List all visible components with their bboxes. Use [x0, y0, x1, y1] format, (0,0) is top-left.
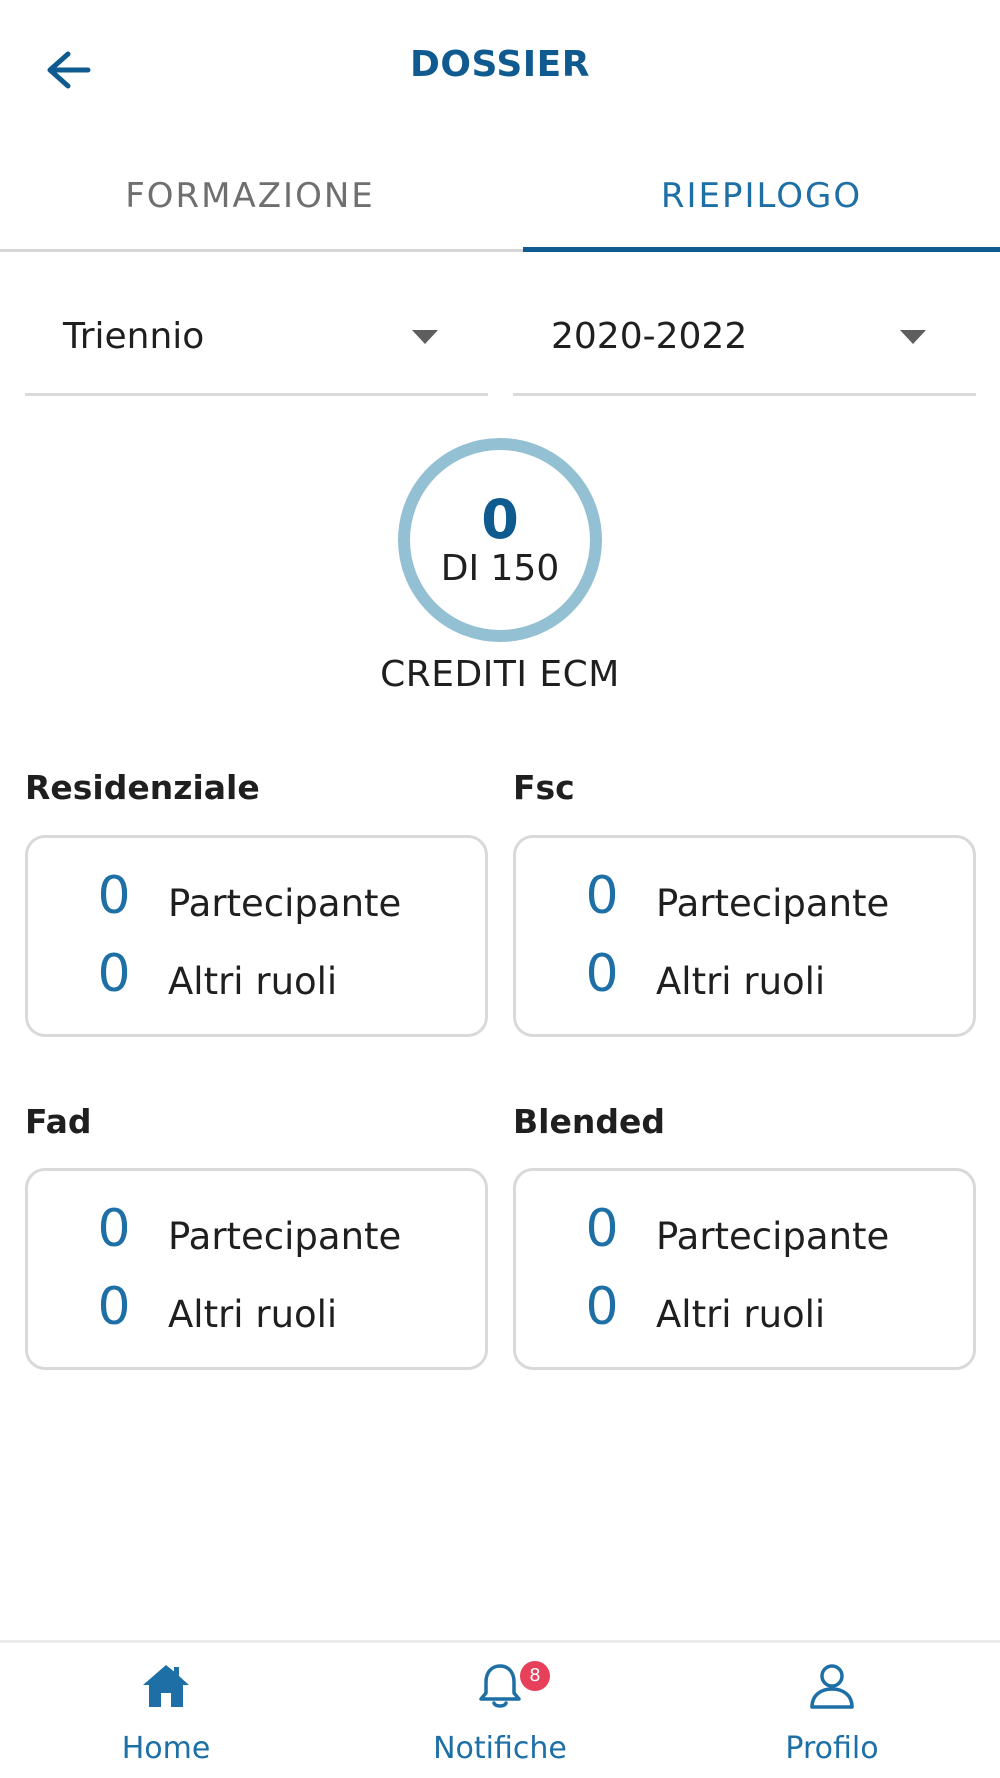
caret-down-icon	[412, 330, 438, 344]
partecipante-label: Partecipante	[656, 1215, 890, 1258]
altri-ruoli-count: 0	[97, 944, 131, 1004]
notification-badge: 8	[520, 1661, 550, 1691]
section-title-residenziale: Residenziale	[25, 768, 260, 807]
period-range-value: 2020-2022	[551, 316, 748, 357]
altri-ruoli-label: Altri ruoli	[168, 960, 338, 1003]
partecipante-count: 0	[585, 1199, 619, 1259]
nav-notifiche-label: Notifiche	[433, 1731, 567, 1766]
altri-ruoli-count: 0	[585, 944, 619, 1004]
credits-value: 0	[481, 488, 519, 551]
card-fad: 0 Partecipante 0 Altri ruoli	[25, 1168, 488, 1370]
card-residenziale: 0 Partecipante 0 Altri ruoli	[25, 835, 488, 1037]
altri-ruoli-count: 0	[585, 1277, 619, 1337]
partecipante-count: 0	[97, 866, 131, 926]
page-title: DOSSIER	[410, 44, 590, 85]
credits-total: DI 150	[440, 548, 560, 589]
credits-label: CREDITI ECM	[380, 654, 620, 695]
period-type-value: Triennio	[63, 316, 205, 357]
tab-riepilogo[interactable]: RIEPILOGO	[523, 140, 1000, 252]
tab-bar: FORMAZIONE RIEPILOGO	[0, 140, 1000, 252]
nav-profilo-label: Profilo	[785, 1731, 879, 1766]
app-header: DOSSIER	[0, 0, 1000, 140]
nav-home[interactable]: Home	[56, 1643, 276, 1778]
bottom-navigation: Home 8 Notifiche Profilo	[0, 1640, 1000, 1778]
caret-down-icon	[900, 330, 926, 344]
section-title-blended: Blended	[513, 1102, 665, 1141]
period-range-select[interactable]: 2020-2022	[513, 290, 976, 396]
active-tab-indicator	[523, 247, 1000, 252]
home-icon	[143, 1665, 189, 1707]
partecipante-label: Partecipante	[656, 882, 890, 925]
partecipante-label: Partecipante	[168, 882, 402, 925]
altri-ruoli-count: 0	[97, 1277, 131, 1337]
user-icon	[810, 1664, 854, 1709]
section-title-fad: Fad	[25, 1102, 92, 1141]
card-blended: 0 Partecipante 0 Altri ruoli	[513, 1168, 976, 1370]
period-type-select[interactable]: Triennio	[25, 290, 488, 396]
bell-icon	[479, 1664, 521, 1708]
card-fsc: 0 Partecipante 0 Altri ruoli	[513, 835, 976, 1037]
nav-profilo[interactable]: Profilo	[722, 1643, 942, 1778]
partecipante-count: 0	[585, 866, 619, 926]
nav-home-label: Home	[121, 1731, 211, 1766]
partecipante-count: 0	[97, 1199, 131, 1259]
altri-ruoli-label: Altri ruoli	[168, 1293, 338, 1336]
altri-ruoli-label: Altri ruoli	[656, 1293, 826, 1336]
tab-formazione[interactable]: FORMAZIONE	[0, 140, 500, 252]
partecipante-label: Partecipante	[168, 1215, 402, 1258]
section-title-fsc: Fsc	[513, 768, 575, 807]
nav-notifiche[interactable]: 8 Notifiche	[390, 1643, 610, 1778]
altri-ruoli-label: Altri ruoli	[656, 960, 826, 1003]
